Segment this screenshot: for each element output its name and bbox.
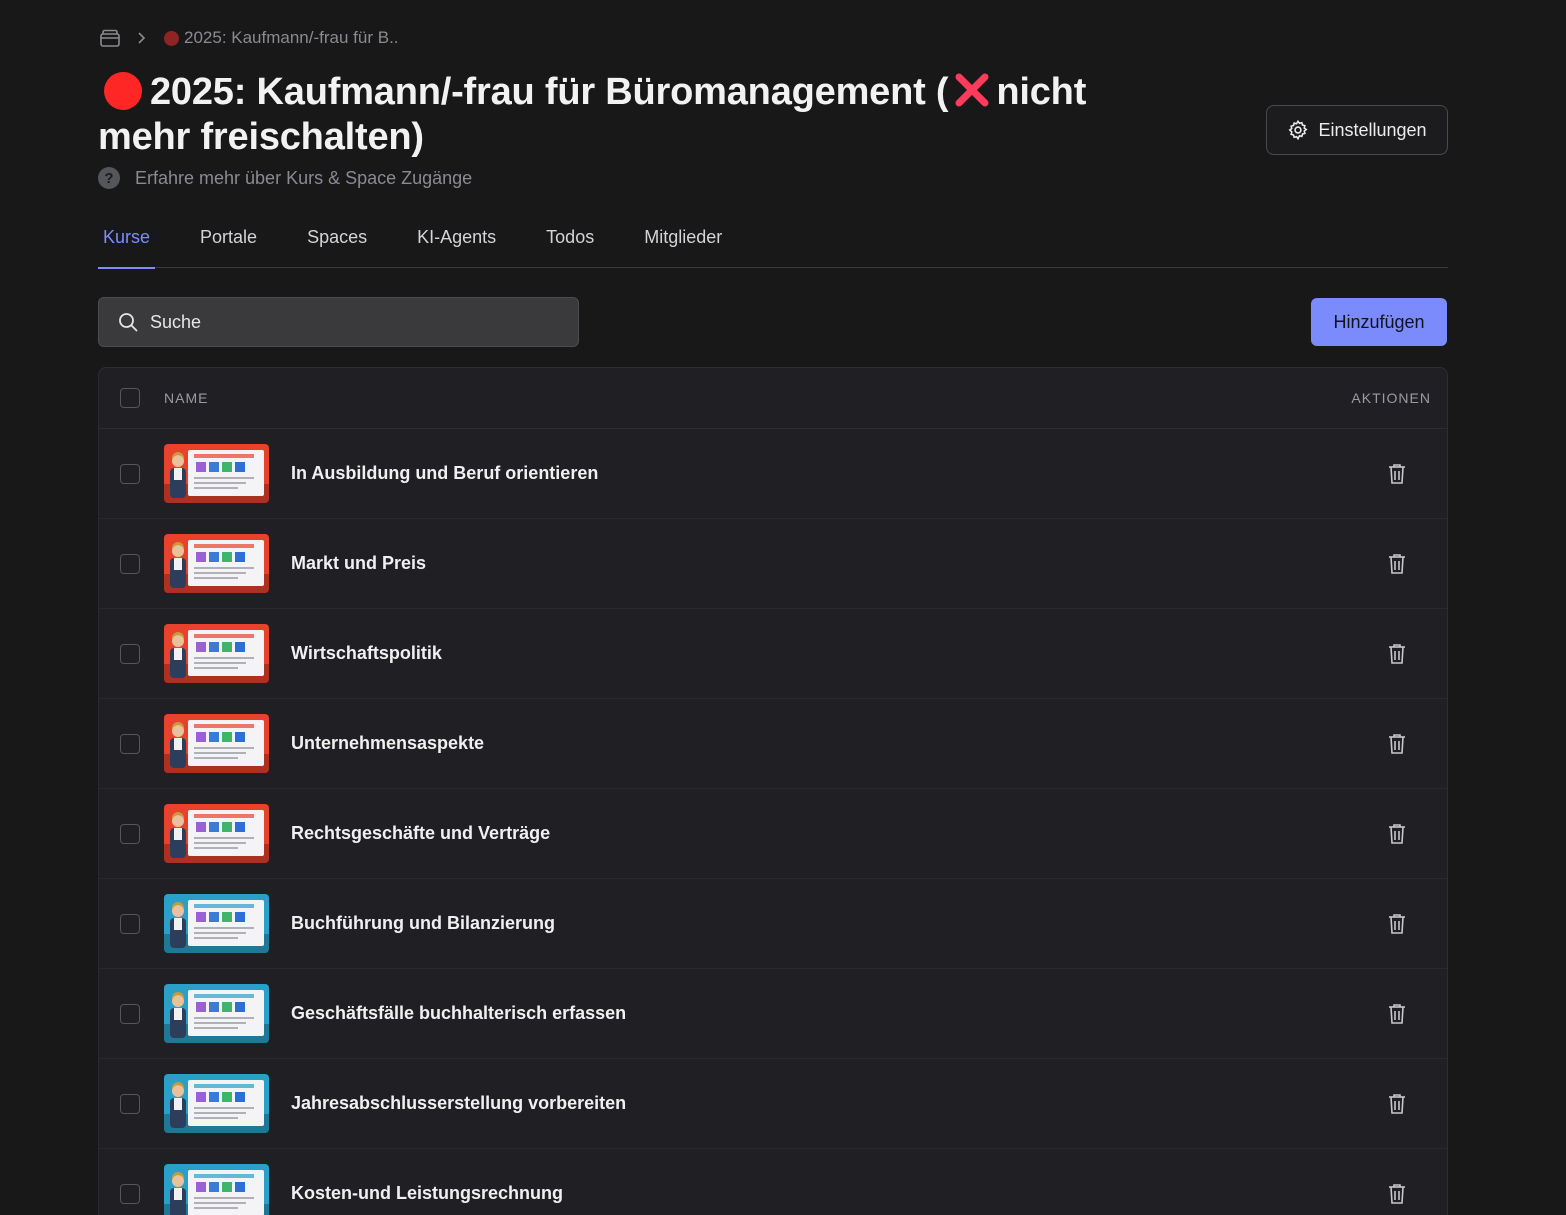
- course-thumbnail[interactable]: [164, 624, 269, 683]
- row-checkbox[interactable]: [120, 823, 140, 844]
- course-thumbnail[interactable]: [164, 444, 269, 503]
- tab-mitglieder[interactable]: Mitglieder: [639, 212, 727, 268]
- search-box[interactable]: [98, 297, 579, 347]
- trash-icon[interactable]: [1386, 732, 1408, 756]
- table-row[interactable]: Markt und Preis: [99, 519, 1447, 609]
- course-name[interactable]: Buchführung und Bilanzierung: [291, 913, 555, 934]
- course-thumbnail[interactable]: [164, 984, 269, 1043]
- question-icon: ?: [98, 167, 120, 189]
- trash-icon[interactable]: [1386, 552, 1408, 576]
- table-row[interactable]: Kosten-und Leistungsrechnung: [99, 1149, 1447, 1215]
- tab-spaces[interactable]: Spaces: [302, 212, 372, 268]
- table-row[interactable]: Wirtschaftspolitik: [99, 609, 1447, 699]
- tab-bar: Kurse Portale Spaces KI-Agents Todos Mit…: [98, 212, 1448, 269]
- table-header: NAME AKTIONEN: [99, 368, 1447, 429]
- search-input[interactable]: [150, 311, 550, 333]
- tab-ki-agents[interactable]: KI-Agents: [412, 212, 501, 268]
- table-row[interactable]: Unternehmensaspekte: [99, 699, 1447, 789]
- course-name[interactable]: Geschäftsfälle buchhalterisch erfassen: [291, 1003, 626, 1024]
- add-button[interactable]: Hinzufügen: [1311, 298, 1447, 346]
- table-body: In Ausbildung und Beruf orientieren Mark…: [99, 429, 1447, 1215]
- trash-icon[interactable]: [1386, 642, 1408, 666]
- course-name[interactable]: Unternehmensaspekte: [291, 733, 484, 754]
- course-thumbnail[interactable]: [164, 894, 269, 953]
- course-thumbnail[interactable]: [164, 1164, 269, 1215]
- table-row[interactable]: Buchführung und Bilanzierung: [99, 879, 1447, 969]
- course-name[interactable]: Kosten-und Leistungsrechnung: [291, 1183, 563, 1204]
- folder-icon[interactable]: [98, 26, 122, 50]
- course-name[interactable]: Rechtsgeschäfte und Verträge: [291, 823, 550, 844]
- trash-icon[interactable]: [1386, 822, 1408, 846]
- trash-icon[interactable]: [1386, 912, 1408, 936]
- course-thumbnail[interactable]: [164, 1074, 269, 1133]
- table-row[interactable]: Rechtsgeschäfte und Verträge: [99, 789, 1447, 879]
- table-row[interactable]: In Ausbildung und Beruf orientieren: [99, 429, 1447, 519]
- help-text: Erfahre mehr über Kurs & Space Zugänge: [135, 167, 473, 188]
- trash-icon[interactable]: [1386, 1092, 1408, 1116]
- course-thumbnail[interactable]: [164, 714, 269, 773]
- course-thumbnail[interactable]: [164, 804, 269, 863]
- column-header-actions: AKTIONEN: [1351, 390, 1431, 406]
- row-checkbox[interactable]: [120, 643, 140, 664]
- column-header-name: NAME: [164, 390, 209, 406]
- breadcrumb-current[interactable]: 2025: Kaufmann/-frau für B..: [184, 28, 399, 48]
- breadcrumb: 2025: Kaufmann/-frau für B..: [98, 26, 399, 50]
- settings-button[interactable]: Einstellungen: [1266, 105, 1448, 155]
- course-name[interactable]: Jahresabschlusserstellung vorbereiten: [291, 1093, 626, 1114]
- tab-kurse[interactable]: Kurse: [98, 212, 156, 269]
- row-checkbox[interactable]: [120, 1093, 140, 1114]
- trash-icon[interactable]: [1386, 462, 1408, 486]
- course-name[interactable]: In Ausbildung und Beruf orientieren: [291, 463, 598, 484]
- tab-portale[interactable]: Portale: [195, 212, 262, 268]
- trash-icon[interactable]: [1386, 1002, 1408, 1026]
- row-checkbox[interactable]: [120, 1183, 140, 1204]
- help-link[interactable]: ? Erfahre mehr über Kurs & Space Zugänge: [98, 166, 472, 190]
- red-circle-icon: [104, 72, 142, 110]
- title-part-1: 2025: Kaufmann/-frau für Büromanagement …: [150, 71, 949, 113]
- page-title: 2025: Kaufmann/-frau für Büromanagement …: [98, 70, 1158, 160]
- courses-table: NAME AKTIONEN In Ausbildung und Beruf or…: [98, 367, 1448, 1215]
- row-checkbox[interactable]: [120, 1003, 140, 1024]
- select-all-checkbox[interactable]: [120, 388, 140, 408]
- row-checkbox[interactable]: [120, 553, 140, 574]
- row-checkbox[interactable]: [120, 733, 140, 754]
- table-row[interactable]: Geschäftsfälle buchhalterisch erfassen: [99, 969, 1447, 1059]
- status-dot: [164, 30, 179, 46]
- row-checkbox[interactable]: [120, 463, 140, 484]
- cross-mark-icon: [952, 70, 992, 110]
- chevron-right-icon: [134, 31, 148, 45]
- course-thumbnail[interactable]: [164, 534, 269, 593]
- gear-icon: [1287, 119, 1309, 141]
- trash-icon[interactable]: [1386, 1182, 1408, 1206]
- search-icon: [117, 311, 139, 333]
- course-name[interactable]: Markt und Preis: [291, 553, 426, 574]
- table-row[interactable]: Jahresabschlusserstellung vorbereiten: [99, 1059, 1447, 1149]
- row-checkbox[interactable]: [120, 913, 140, 934]
- tab-todos[interactable]: Todos: [541, 212, 599, 268]
- course-name[interactable]: Wirtschaftspolitik: [291, 643, 442, 664]
- settings-label: Einstellungen: [1318, 119, 1427, 140]
